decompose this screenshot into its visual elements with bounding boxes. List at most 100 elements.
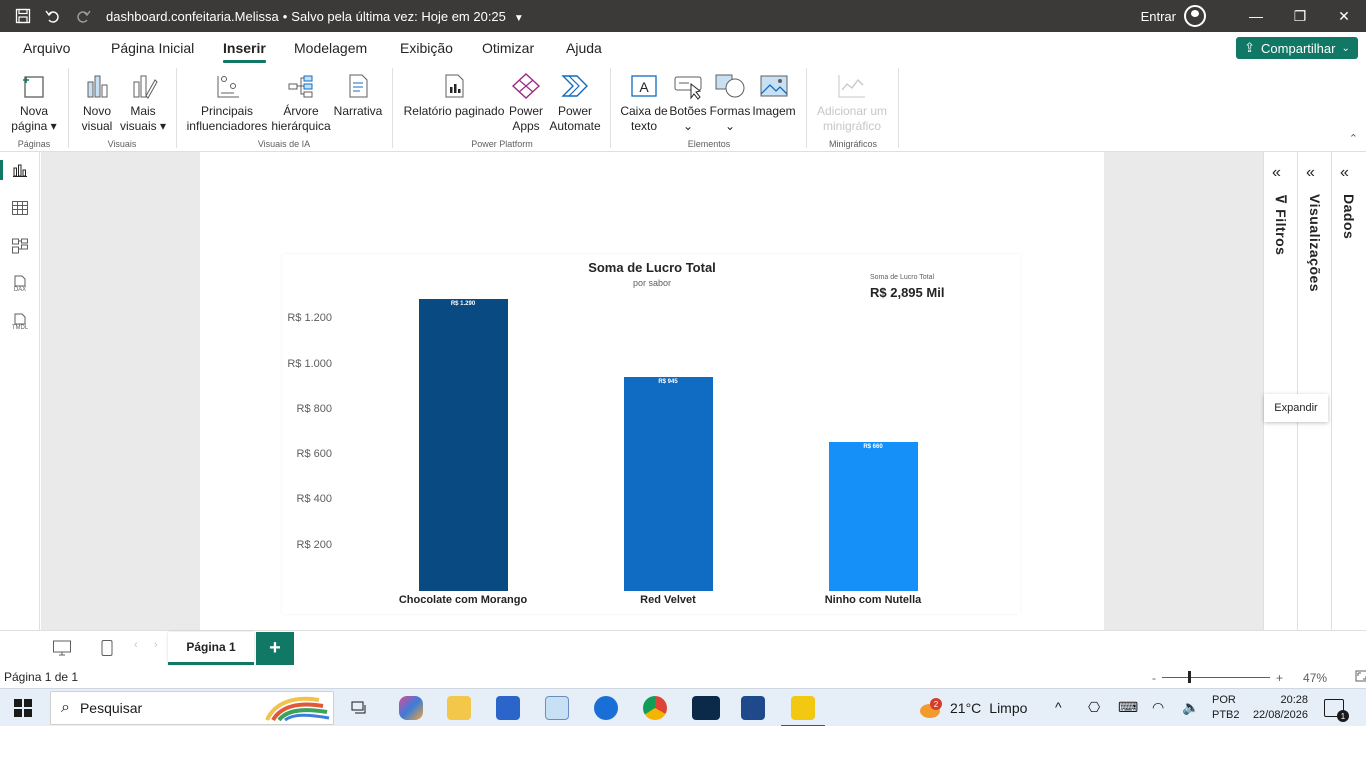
- minimize-icon[interactable]: —: [1234, 0, 1278, 32]
- x-category-label: Chocolate com Morango: [398, 594, 528, 606]
- chevron-down-icon[interactable]: ▼: [514, 13, 524, 24]
- power-automate-button[interactable]: Power Automate: [546, 70, 604, 134]
- language-code: POR: [1212, 694, 1236, 706]
- expand-visualizations-icon[interactable]: «: [1306, 164, 1315, 182]
- bottom-blank-area: [0, 726, 1366, 768]
- text-box-button[interactable]: A Caixa de texto: [618, 70, 670, 134]
- zoom-slider-thumb[interactable]: [1188, 671, 1191, 683]
- close-icon[interactable]: ✕: [1322, 0, 1366, 32]
- new-visual-label-2: visual: [81, 119, 113, 133]
- tmdl-view-icon[interactable]: TMDL: [0, 304, 40, 340]
- signin-button[interactable]: Entrar: [1141, 9, 1176, 24]
- notifications-icon[interactable]: 1: [1324, 699, 1349, 722]
- data-pane[interactable]: « Dados: [1331, 152, 1366, 632]
- clock[interactable]: 20:28 22/08/2026: [1248, 693, 1308, 723]
- next-page-icon[interactable]: ›: [154, 639, 158, 651]
- zoom-in-button[interactable]: +: [1276, 671, 1283, 685]
- page-tabs-bar: ‹ › Página 1 +: [0, 630, 1366, 666]
- windows-start-icon[interactable]: [14, 699, 32, 717]
- show-hidden-icons-icon[interactable]: ^: [1055, 699, 1062, 715]
- mobile-layout-icon[interactable]: [100, 639, 114, 661]
- key-influencers-button[interactable]: Principais influenciadores: [184, 70, 270, 134]
- add-sparkline-button[interactable]: Adicionar um minigráfico: [812, 70, 892, 134]
- tab-pagina-inicial[interactable]: Página Inicial: [111, 40, 194, 56]
- filters-pane[interactable]: « ⊽ Filtros: [1263, 152, 1297, 632]
- volume-icon[interactable]: 🔈: [1182, 699, 1199, 716]
- tab-exibicao[interactable]: Exibição: [400, 40, 453, 56]
- dax-query-view-icon[interactable]: DAX: [0, 266, 40, 302]
- search-icon: ⌕: [61, 699, 70, 716]
- group-label-elements: Elementos: [687, 139, 731, 149]
- image-button[interactable]: Imagem: [750, 70, 798, 119]
- visualizations-label[interactable]: Visualizações: [1307, 194, 1323, 292]
- buttons-label: Botões: [669, 104, 707, 118]
- avatar-icon[interactable]: [1184, 5, 1206, 27]
- disney-plus-icon[interactable]: [692, 696, 720, 720]
- tab-arquivo[interactable]: Arquivo: [23, 40, 70, 56]
- decomposition-tree-button[interactable]: Árvore hierárquica: [268, 70, 334, 134]
- tab-ajuda[interactable]: Ajuda: [566, 40, 602, 56]
- add-page-button[interactable]: +: [256, 632, 294, 665]
- powershell-icon[interactable]: [741, 696, 765, 720]
- filters-pane-label[interactable]: ⊽ Filtros: [1273, 194, 1289, 255]
- buttons-button[interactable]: Botões ⌄: [668, 70, 708, 134]
- desktop-layout-icon[interactable]: [52, 639, 72, 661]
- data-label[interactable]: Dados: [1341, 194, 1357, 239]
- narrative-button[interactable]: Narrativa: [332, 70, 384, 119]
- shapes-button[interactable]: Formas ⌄: [708, 70, 752, 134]
- bar-chart-visual[interactable]: Soma de Lucro Total por sabor Soma de Lu…: [282, 254, 1020, 614]
- photos-icon[interactable]: [545, 696, 569, 720]
- undo-icon[interactable]: [40, 0, 66, 32]
- zoom-slider[interactable]: [1162, 671, 1270, 683]
- ribbon: Nova página ▾ Novo visual Mais visuais ▾…: [0, 64, 1366, 152]
- zoom-level[interactable]: 47%: [1303, 671, 1327, 685]
- zoom-out-button[interactable]: -: [1152, 671, 1156, 685]
- more-visuals-button[interactable]: Mais visuais ▾: [118, 70, 168, 134]
- collapse-ribbon-icon[interactable]: ⌃: [1349, 132, 1358, 145]
- model-view-icon[interactable]: [0, 228, 40, 264]
- language-indicator[interactable]: POR PTB2: [1212, 693, 1240, 723]
- camera-icon[interactable]: ⎔: [1088, 699, 1100, 716]
- weather-widget[interactable]: 2 21°C Limpo: [920, 698, 1027, 718]
- copilot-icon[interactable]: [399, 696, 423, 720]
- bar[interactable]: [623, 377, 713, 591]
- bar[interactable]: [418, 299, 508, 591]
- zoom-control: - + 47%: [1152, 670, 1366, 685]
- chrome-icon[interactable]: [643, 696, 667, 720]
- windows-taskbar: ⌕ Pesquisar 2 21°C Limpo ^ ⎔ ⌨ ◠ 🔈 POR P…: [0, 688, 1366, 727]
- microsoft-store-icon[interactable]: [496, 696, 520, 720]
- share-button[interactable]: ⇪ Compartilhar ⌄: [1236, 37, 1358, 59]
- new-page-button[interactable]: Nova página ▾: [8, 70, 60, 134]
- dax-label: DAX: [13, 287, 27, 293]
- fit-to-page-icon[interactable]: [1355, 670, 1366, 685]
- maximize-icon[interactable]: ❐: [1278, 0, 1322, 32]
- page-tab-1[interactable]: Página 1: [168, 632, 254, 665]
- wifi-icon[interactable]: ◠: [1152, 699, 1164, 716]
- input-indicator-icon[interactable]: ⌨: [1118, 699, 1138, 716]
- power-apps-label-2: Apps: [512, 119, 540, 133]
- paginated-report-button[interactable]: Relatório paginado: [400, 70, 508, 119]
- new-visual-button[interactable]: Novo visual: [76, 70, 118, 134]
- visualizations-pane[interactable]: « Visualizações: [1297, 152, 1331, 632]
- expand-filters-icon[interactable]: «: [1272, 164, 1281, 182]
- expand-data-icon[interactable]: «: [1340, 164, 1349, 182]
- tab-modelagem[interactable]: Modelagem: [294, 40, 367, 56]
- edge-icon[interactable]: [594, 696, 618, 720]
- tab-otimizar[interactable]: Otimizar: [482, 40, 534, 56]
- power-apps-button[interactable]: Power Apps: [506, 70, 546, 134]
- file-name: dashboard.confeitaria.Melissa: [106, 8, 279, 24]
- window-title[interactable]: dashboard.confeitaria.Melissa • Salvo pela…: [106, 9, 524, 24]
- task-view-icon[interactable]: [350, 699, 368, 722]
- tab-inserir[interactable]: Inserir: [223, 40, 266, 63]
- taskbar-search[interactable]: ⌕ Pesquisar: [50, 691, 334, 725]
- key-influencers-label-1: Principais: [200, 104, 254, 118]
- redo-icon[interactable]: [70, 0, 96, 32]
- bar[interactable]: [828, 441, 918, 591]
- file-explorer-icon[interactable]: [447, 696, 471, 720]
- table-view-icon[interactable]: [0, 190, 40, 226]
- power-automate-label-1: Power: [557, 104, 592, 118]
- report-view-icon[interactable]: [0, 152, 40, 188]
- save-icon[interactable]: [10, 0, 36, 32]
- prev-page-icon[interactable]: ‹: [134, 639, 138, 651]
- power-bi-icon[interactable]: [781, 696, 825, 727]
